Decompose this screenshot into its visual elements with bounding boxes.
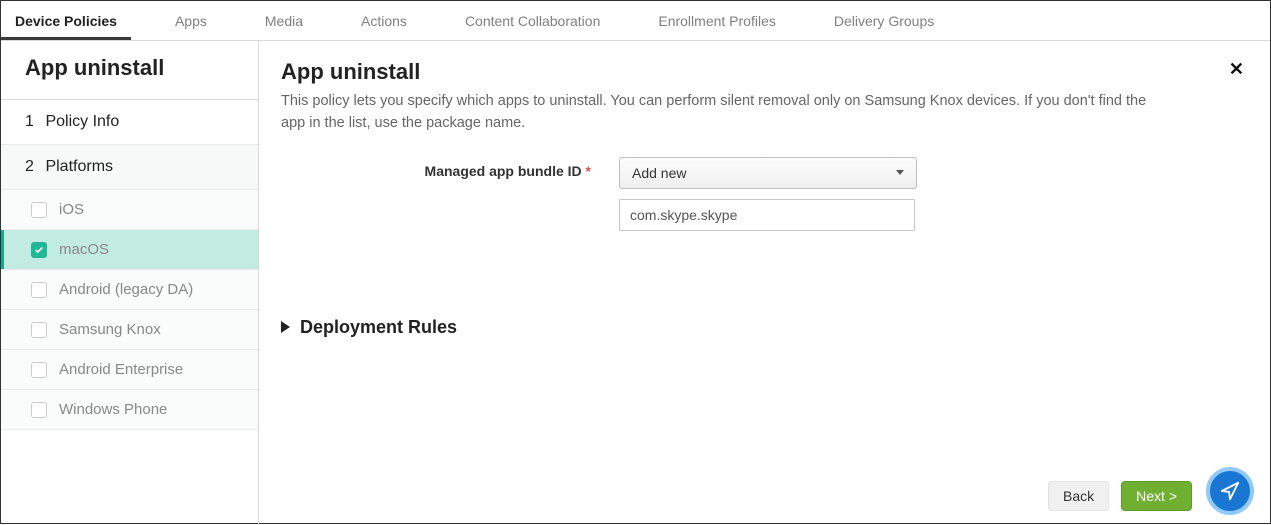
triangle-right-icon [281,321,290,333]
step-policy-info[interactable]: 1 Policy Info [1,100,258,145]
step-label: Platforms [45,158,113,175]
checkbox-icon[interactable] [31,242,47,258]
bundle-id-input[interactable] [619,199,915,231]
chevron-down-icon [896,170,904,175]
checkbox-icon[interactable] [31,402,47,418]
bundle-id-select[interactable]: Add new [619,157,917,189]
tab-content-collaboration[interactable]: Content Collaboration [465,3,600,39]
form-controls: Add new [619,157,917,231]
platform-label: Samsung Knox [59,321,161,338]
checkbox-icon[interactable] [31,322,47,338]
next-button[interactable]: Next > [1121,481,1192,511]
close-icon[interactable]: ✕ [1225,59,1248,80]
step-number: 2 [25,158,41,176]
main-container: App uninstall 1 Policy Info 2 Platforms … [1,41,1270,525]
platform-android-enterprise[interactable]: Android Enterprise [1,350,258,390]
tab-delivery-groups[interactable]: Delivery Groups [834,3,934,39]
page-title: App uninstall [281,59,420,85]
checkbox-icon[interactable] [31,202,47,218]
platform-ios[interactable]: iOS [1,190,258,230]
main-panel: App uninstall ✕ This policy lets you spe… [259,41,1270,525]
sidebar-title: App uninstall [1,41,258,100]
step-label: Policy Info [45,113,119,130]
platform-label: Android (legacy DA) [59,281,193,298]
platform-samsung-knox[interactable]: Samsung Knox [1,310,258,350]
platform-label: Windows Phone [59,401,167,418]
tab-actions[interactable]: Actions [361,3,407,39]
footer-buttons: Back Next > [1048,481,1192,511]
deployment-rules-label: Deployment Rules [300,317,457,338]
platform-label: iOS [59,201,84,218]
platform-label: Android Enterprise [59,361,183,378]
help-fab[interactable] [1206,467,1254,515]
form-row-bundle-id: Managed app bundle ID * Add new [281,157,1248,231]
platform-android-legacy[interactable]: Android (legacy DA) [1,270,258,310]
tab-enrollment-profiles[interactable]: Enrollment Profiles [658,3,776,39]
platform-windows-phone[interactable]: Windows Phone [1,390,258,430]
tab-apps[interactable]: Apps [175,3,207,39]
platform-macos[interactable]: macOS [1,230,258,270]
step-platforms[interactable]: 2 Platforms [1,145,258,190]
tab-media[interactable]: Media [265,3,303,39]
deployment-rules-toggle[interactable]: Deployment Rules [281,317,1248,338]
checkbox-icon[interactable] [31,282,47,298]
tab-device-policies[interactable]: Device Policies [15,3,117,39]
required-indicator: * [586,163,591,179]
sidebar: App uninstall 1 Policy Info 2 Platforms … [1,41,259,525]
main-header: App uninstall ✕ [281,59,1248,85]
top-tabs: Device Policies Apps Media Actions Conte… [1,1,1270,41]
back-button[interactable]: Back [1048,481,1109,511]
step-number: 1 [25,113,41,131]
navigate-icon [1219,480,1241,502]
select-value: Add new [632,165,686,181]
page-description: This policy lets you specify which apps … [281,91,1161,135]
bundle-id-label: Managed app bundle ID * [281,157,591,179]
platform-label: macOS [59,241,109,258]
checkbox-icon[interactable] [31,362,47,378]
